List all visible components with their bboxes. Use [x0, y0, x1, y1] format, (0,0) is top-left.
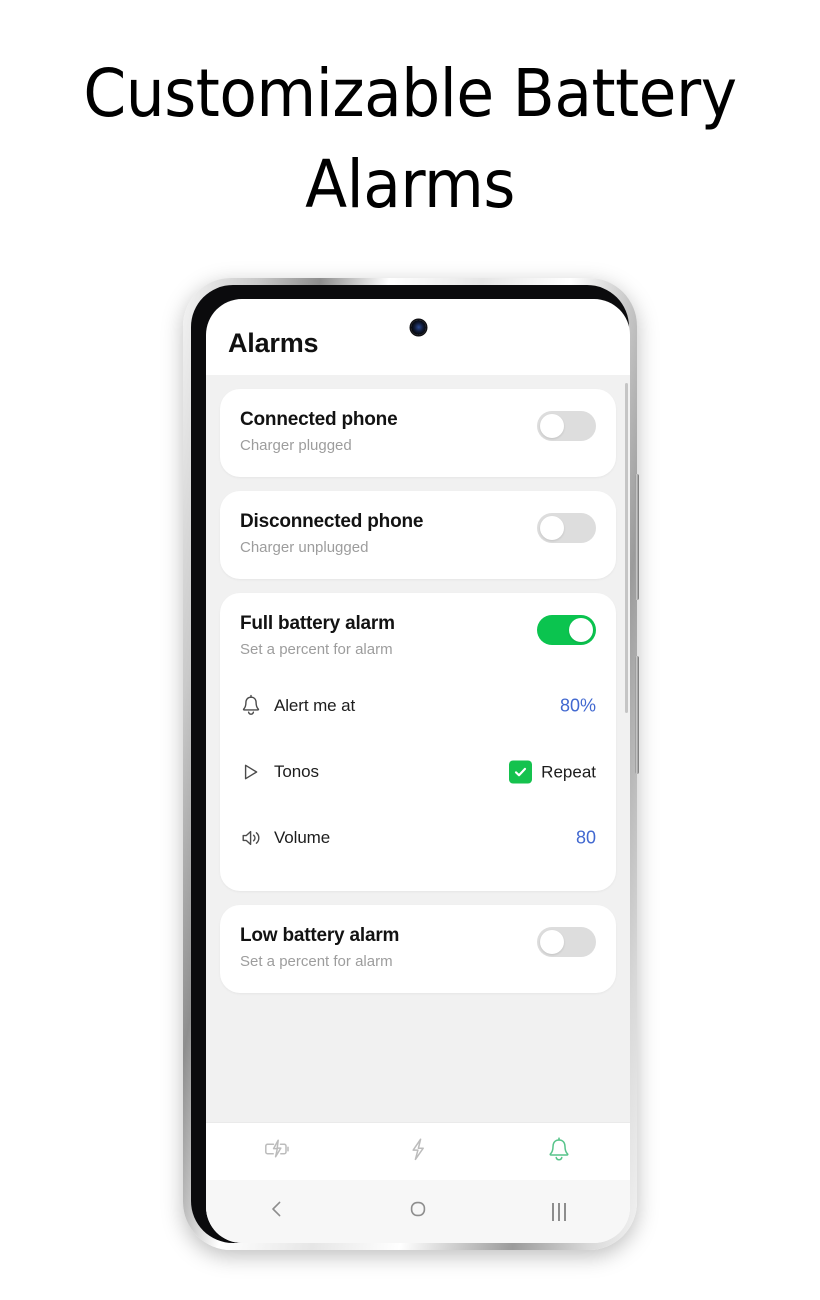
option-value-alert-percent[interactable]: 80% [560, 696, 596, 717]
card-subtitle: Set a percent for alarm [240, 952, 393, 970]
card-header: Full battery alarm Set a percent for ala… [240, 611, 596, 661]
toggle-disconnected-phone[interactable] [537, 513, 596, 543]
card-title: Connected phone [240, 409, 398, 430]
repeat-control[interactable]: Repeat [509, 760, 596, 784]
tab-power[interactable] [347, 1123, 488, 1181]
toggle-connected-phone[interactable] [537, 411, 596, 441]
card-subtitle: Charger plugged [240, 436, 352, 454]
option-label: Volume [274, 828, 331, 847]
option-value-volume[interactable]: 80 [576, 828, 596, 849]
volume-button[interactable] [635, 474, 639, 600]
tab-charging[interactable] [206, 1123, 347, 1181]
app-title: Alarms [228, 328, 319, 358]
card-low-battery-alarm[interactable]: Low battery alarm Set a percent for alar… [220, 905, 616, 993]
card-header: Connected phone Charger plugged [240, 407, 596, 457]
page-title: Customizable Battery Alarms [83, 55, 737, 224]
front-camera-icon [410, 320, 426, 335]
card-connected-phone[interactable]: Connected phone Charger plugged [220, 389, 616, 477]
checkbox-repeat[interactable] [509, 760, 533, 784]
card-full-battery-alarm[interactable]: Full battery alarm Set a percent for ala… [220, 593, 616, 891]
back-icon [266, 1198, 288, 1225]
bell-icon [546, 1135, 572, 1169]
option-label: Alert me at [274, 696, 356, 715]
android-nav-bar [206, 1180, 630, 1243]
card-disconnected-phone[interactable]: Disconnected phone Charger unplugged [220, 491, 616, 579]
toggle-knob [569, 618, 593, 642]
card-title: Low battery alarm [240, 925, 400, 946]
phone-screen: Alarms Connected phone Charger plugged D… [206, 299, 630, 1243]
card-header: Low battery alarm Set a percent for alar… [240, 923, 596, 973]
card-subtitle: Set a percent for alarm [240, 640, 393, 658]
nav-back-button[interactable] [206, 1180, 347, 1243]
toggle-full-battery-alarm[interactable] [537, 615, 596, 645]
card-title: Disconnected phone [240, 511, 424, 532]
phone-bezel: Alarms Connected phone Charger plugged D… [191, 285, 630, 1243]
alarm-options-list: Alert me at 80% Tonos Repeat Volume 80 [240, 673, 596, 871]
option-row-tonos[interactable]: Tonos Repeat [240, 739, 596, 805]
card-title: Full battery alarm [240, 613, 395, 634]
bottom-tab-bar [206, 1122, 630, 1180]
poster-page: Customizable Battery Alarms Alarms Conne… [0, 0, 820, 1300]
scrollbar[interactable] [625, 383, 628, 713]
option-row-volume[interactable]: Volume 80 [240, 805, 596, 871]
settings-scroll-area[interactable]: Connected phone Charger plugged Disconne… [206, 375, 630, 1122]
nav-recents-button[interactable] [489, 1180, 630, 1243]
repeat-label: Repeat [541, 762, 596, 781]
power-button[interactable] [635, 656, 639, 774]
home-icon [407, 1198, 429, 1225]
volume-icon [240, 825, 274, 851]
battery-charging-icon [262, 1134, 292, 1169]
option-label: Tonos [274, 762, 319, 781]
phone-device-frame: Alarms Connected phone Charger plugged D… [183, 278, 639, 1250]
bell-icon [240, 693, 274, 719]
lightning-bolt-icon [404, 1134, 432, 1169]
tab-alarms[interactable] [489, 1123, 630, 1181]
recents-icon [552, 1202, 567, 1221]
toggle-knob [540, 414, 564, 438]
card-subtitle: Charger unplugged [240, 538, 369, 556]
play-icon [240, 759, 274, 785]
toggle-knob [540, 930, 564, 954]
toggle-low-battery-alarm[interactable] [537, 927, 596, 957]
nav-home-button[interactable] [347, 1180, 488, 1243]
card-header: Disconnected phone Charger unplugged [240, 509, 596, 559]
option-row-alert-me-at[interactable]: Alert me at 80% [240, 673, 596, 739]
toggle-knob [540, 516, 564, 540]
